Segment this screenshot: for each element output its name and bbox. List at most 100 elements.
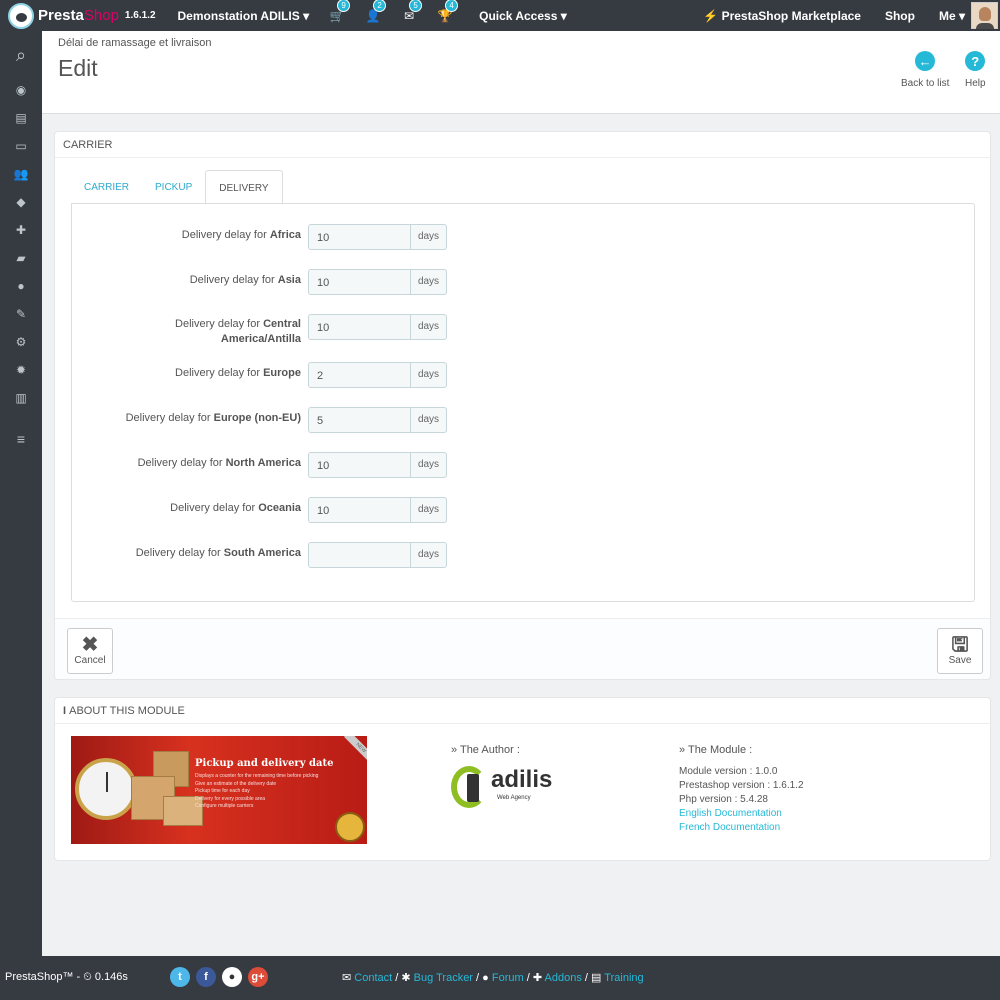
notification-badge: 2	[373, 0, 387, 12]
store-selector[interactable]: Demonstation ADILIS ▾	[178, 9, 310, 23]
close-icon: ✖	[81, 634, 99, 656]
delivery-delay-input[interactable]: 10	[308, 314, 410, 340]
days-addon: days	[410, 314, 447, 340]
delivery-delay-input[interactable]	[308, 542, 410, 568]
banner-title: Pickup and delivery date	[195, 758, 334, 769]
customers-notification[interactable]: 👤 2	[365, 0, 387, 24]
adilis-logo[interactable]: adilis Web Agency	[451, 766, 561, 810]
module-version: Module version : 1.0.0	[679, 766, 778, 777]
quick-access-menu[interactable]: Quick Access ▾	[479, 9, 567, 23]
orders-icon[interactable]: ▤	[0, 111, 42, 125]
module-banner-image: Pickup and delivery date Displays a coun…	[71, 736, 367, 844]
tab-pickup[interactable]: PICKUP	[142, 170, 205, 204]
page-header: Délai de ramassage et livraison Edit ← B…	[42, 31, 1000, 114]
delivery-delay-input[interactable]: 5	[308, 407, 410, 433]
field-label: Delivery delay for South America	[135, 547, 301, 559]
google-plus-icon[interactable]: g+	[248, 967, 268, 987]
twitter-icon[interactable]: t	[170, 967, 190, 987]
notification-badge: 4	[445, 0, 459, 12]
github-icon[interactable]: ●	[222, 967, 242, 987]
menu-toggle-icon[interactable]: ≡	[0, 431, 42, 447]
avatar[interactable]	[971, 2, 998, 29]
marketplace-icon: ⚡	[703, 8, 719, 23]
training-link[interactable]: Training	[604, 972, 643, 984]
messages-notification[interactable]: ✉ 5	[401, 0, 423, 24]
delivery-delay-input[interactable]: 10	[308, 497, 410, 523]
field-label: Delivery delay for Europe (non-EU)	[125, 412, 301, 424]
floppy-disk-icon: 🖫	[951, 634, 969, 656]
carrier-panel: CARRIER CARRIER PICKUP DELIVERY Delivery…	[54, 131, 991, 680]
stats-icon[interactable]: ▥	[0, 391, 42, 405]
english-doc-link[interactable]: English Documentation	[679, 808, 782, 819]
footer-links: ✉ Contact / ✱ Bug Tracker / ● Forum / ✚ …	[342, 972, 644, 984]
save-button[interactable]: 🖫 Save	[937, 628, 983, 674]
field-label: Delivery delay for Europe	[175, 367, 301, 379]
delivery-tab-pane: Delivery delay for Africa 10 days Delive…	[71, 203, 975, 602]
delivery-delay-input[interactable]: 10	[308, 224, 410, 250]
credit-card-icon[interactable]: ▭	[0, 139, 42, 153]
panel-heading: i ABOUT THIS MODULE	[55, 698, 990, 724]
marketplace-link[interactable]: ⚡ PrestaShop Marketplace	[703, 9, 861, 23]
modules-icon[interactable]: ✚	[0, 223, 42, 237]
field-label: Delivery delay for North America	[137, 457, 301, 469]
comments-icon: ●	[482, 972, 489, 984]
prestashop-version: Prestashop version : 1.6.1.2	[679, 780, 804, 791]
notification-badge: 5	[409, 0, 423, 12]
tab-carrier[interactable]: CARRIER	[71, 170, 142, 204]
trophy-notification[interactable]: 🏆 4	[437, 0, 459, 24]
php-version: Php version : 5.4.28	[679, 794, 768, 805]
sidebar: ⌕ ◉ ▤ ▭ 👥 ◆ ✚ ▰ ● ✎ ⚙ ✹ ▥ ≡	[0, 31, 42, 956]
book-icon: ▤	[591, 972, 602, 984]
shop-link[interactable]: Shop	[885, 9, 915, 23]
gear-icon[interactable]: ✹	[0, 363, 42, 377]
days-addon: days	[410, 407, 447, 433]
panel-heading: CARRIER	[55, 132, 990, 158]
delivery-delay-input[interactable]: 10	[308, 452, 410, 478]
globe-icon[interactable]: ●	[0, 279, 42, 293]
field-label: Delivery delay for Asia	[189, 274, 301, 286]
cogs-icon[interactable]: ⚙	[0, 335, 42, 349]
days-addon: days	[410, 542, 447, 568]
bug-tracker-link[interactable]: Bug Tracker	[414, 972, 473, 984]
puffin-logo-icon	[8, 2, 34, 29]
version-label: 1.6.1.2	[124, 10, 156, 21]
new-ribbon: NEW	[344, 736, 367, 765]
help-button[interactable]: ? Help	[965, 51, 986, 89]
days-addon: days	[410, 362, 447, 388]
me-menu[interactable]: Me ▾	[939, 9, 965, 23]
footer-timing: PrestaShop™ - ⏲ 0.146s	[5, 971, 128, 983]
page-title: Edit	[58, 55, 98, 81]
prestashop-logo[interactable]	[0, 0, 42, 31]
truck-icon[interactable]: ▰	[0, 251, 42, 265]
days-addon: days	[410, 452, 447, 478]
delivery-delay-input[interactable]: 10	[308, 269, 410, 295]
envelope-icon: ✉	[342, 972, 352, 984]
tab-delivery[interactable]: DELIVERY	[205, 170, 283, 204]
tags-icon[interactable]: ◆	[0, 195, 42, 209]
back-to-list-label: Back to list	[901, 78, 950, 89]
days-addon: days	[410, 497, 447, 523]
orders-notification[interactable]: 🛒 9	[329, 0, 351, 24]
notification-badge: 9	[337, 0, 351, 12]
back-to-list-button[interactable]: ← Back to list	[901, 51, 949, 89]
facebook-icon[interactable]: f	[196, 967, 216, 987]
french-doc-link[interactable]: French Documentation	[679, 822, 780, 833]
adilis-mark-icon	[451, 766, 487, 808]
author-title: » The Author :	[451, 744, 520, 756]
cancel-button[interactable]: ✖ Cancel	[67, 628, 113, 674]
delivery-delay-input[interactable]: 2	[308, 362, 410, 388]
brand-name: PrestaShop	[38, 7, 119, 24]
wrench-icon[interactable]: ✎	[0, 307, 42, 321]
banner-features: Displays a counter for the remaining tim…	[195, 773, 319, 809]
field-label: Delivery delay for Oceania	[170, 502, 301, 514]
panel-footer: ✖ Cancel 🖫 Save	[55, 618, 990, 679]
forum-link[interactable]: Forum	[492, 972, 524, 984]
dashboard-icon[interactable]: ◉	[0, 83, 42, 97]
addons-link[interactable]: Addons	[545, 972, 582, 984]
search-icon[interactable]: ⌕	[0, 45, 42, 66]
field-label: Delivery delay for Central America/Antil…	[175, 318, 301, 345]
breadcrumb: Délai de ramassage et livraison	[58, 37, 212, 49]
contact-link[interactable]: Contact	[354, 972, 392, 984]
customers-icon[interactable]: 👥	[0, 167, 42, 181]
arrow-left-circle-icon: ←	[915, 51, 936, 71]
